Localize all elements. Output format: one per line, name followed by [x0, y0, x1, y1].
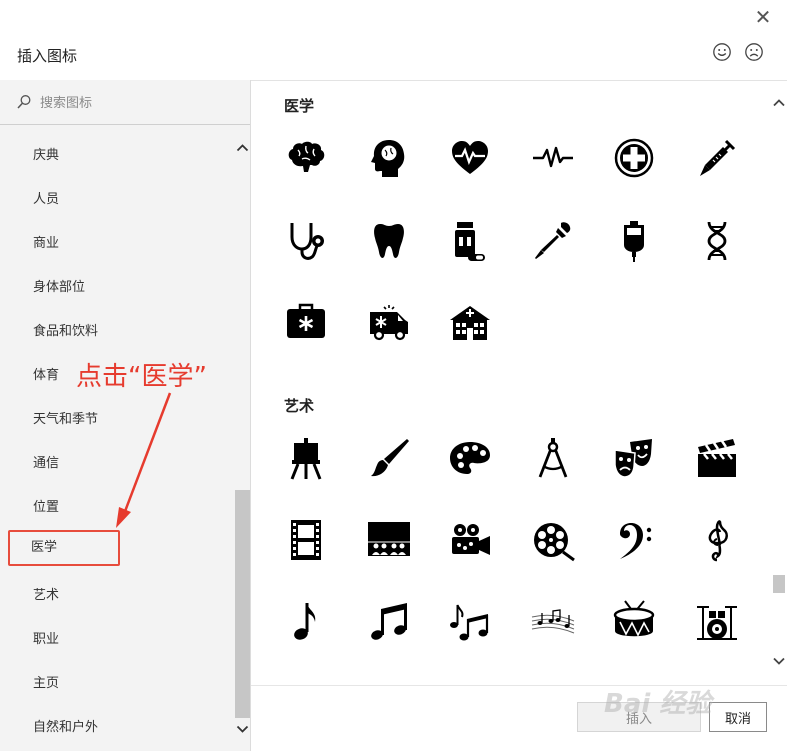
- drum-icon[interactable]: [612, 599, 656, 643]
- scroll-down-icon[interactable]: [235, 721, 250, 737]
- pill-bottle-icon[interactable]: [448, 219, 492, 263]
- scroll-up-icon[interactable]: [771, 95, 787, 111]
- syringe-icon[interactable]: [695, 136, 739, 180]
- brain-icon[interactable]: [284, 136, 328, 180]
- section-title-medical: 医学: [284, 97, 315, 115]
- category-people[interactable]: 人员: [10, 182, 218, 218]
- easel-icon[interactable]: [284, 436, 328, 480]
- cinema-audience-icon[interactable]: [367, 518, 411, 562]
- dialog-titlebar: 插入图标 ✕: [0, 0, 787, 81]
- gallery-scrollbar[interactable]: [771, 91, 787, 681]
- ambulance-icon[interactable]: [367, 300, 411, 344]
- category-weather-season[interactable]: 天气和季节: [10, 402, 218, 438]
- compass-tool-icon[interactable]: [531, 436, 575, 480]
- palette-icon[interactable]: [448, 436, 492, 480]
- icon-gallery: 医学 艺术: [251, 81, 787, 751]
- film-strip-icon[interactable]: [284, 518, 328, 562]
- iv-bag-icon[interactable]: [612, 219, 656, 263]
- beamed-notes-icon[interactable]: [367, 599, 411, 643]
- eighth-note-icon[interactable]: [284, 599, 328, 643]
- clapperboard-icon[interactable]: [695, 436, 739, 480]
- category-nature-outdoors[interactable]: 自然和户外: [10, 710, 218, 746]
- category-medical[interactable]: 医学: [8, 530, 120, 566]
- drum-kit-icon[interactable]: [695, 599, 739, 643]
- category-sidebar: 庆典 人员 商业 身体部位 食品和饮料 体育 天气和季节 通信 位置 医学 艺术…: [0, 80, 251, 751]
- film-reel-icon[interactable]: [531, 518, 575, 562]
- category-profession[interactable]: 职业: [10, 622, 218, 658]
- close-icon[interactable]: ✕: [752, 6, 774, 28]
- heart-pulse-icon[interactable]: [448, 136, 492, 180]
- smile-icon[interactable]: [712, 42, 732, 62]
- search-input[interactable]: [38, 90, 237, 116]
- dna-icon[interactable]: [695, 219, 739, 263]
- category-art[interactable]: 艺术: [10, 578, 218, 614]
- sidebar-scrollbar[interactable]: [235, 135, 250, 746]
- cancel-button[interactable]: 取消: [709, 702, 767, 732]
- treble-clef-icon[interactable]: [695, 518, 739, 562]
- tooth-icon[interactable]: [367, 219, 411, 263]
- first-aid-kit-icon[interactable]: [284, 300, 328, 344]
- category-home[interactable]: 主页: [10, 666, 218, 702]
- stethoscope-icon[interactable]: [284, 219, 328, 263]
- paintbrush-icon[interactable]: [367, 436, 411, 480]
- pulse-line-icon[interactable]: [531, 136, 575, 180]
- medical-cross-icon[interactable]: [612, 136, 656, 180]
- section-title-art: 艺术: [284, 397, 315, 415]
- category-business[interactable]: 商业: [10, 226, 218, 262]
- frown-icon[interactable]: [744, 42, 764, 62]
- category-food-drink[interactable]: 食品和饮料: [10, 314, 218, 350]
- theater-masks-icon[interactable]: [612, 436, 656, 480]
- scroll-down-icon[interactable]: [771, 653, 787, 669]
- gallery-scroll-thumb[interactable]: [773, 575, 785, 593]
- watermark: Bai 经验: [604, 689, 712, 719]
- category-body-parts[interactable]: 身体部位: [10, 270, 218, 306]
- hospital-icon[interactable]: [448, 300, 492, 344]
- search-icon: [17, 95, 31, 109]
- film-camera-icon[interactable]: [448, 518, 492, 562]
- head-brain-icon[interactable]: [367, 136, 411, 180]
- sheet-music-icon[interactable]: [531, 599, 575, 643]
- scroll-up-icon[interactable]: [235, 140, 250, 156]
- category-celebration[interactable]: 庆典: [10, 138, 218, 174]
- bass-clef-icon[interactable]: [612, 518, 656, 562]
- music-notes-icon[interactable]: [448, 599, 492, 643]
- dialog-title: 插入图标: [17, 47, 78, 65]
- category-communication[interactable]: 通信: [10, 446, 218, 482]
- annotation-text: 点击“医学”: [76, 362, 207, 392]
- dropper-icon[interactable]: [531, 219, 575, 263]
- sidebar-scroll-thumb[interactable]: [235, 490, 250, 718]
- search-box: [0, 80, 250, 125]
- category-location[interactable]: 位置: [10, 490, 218, 526]
